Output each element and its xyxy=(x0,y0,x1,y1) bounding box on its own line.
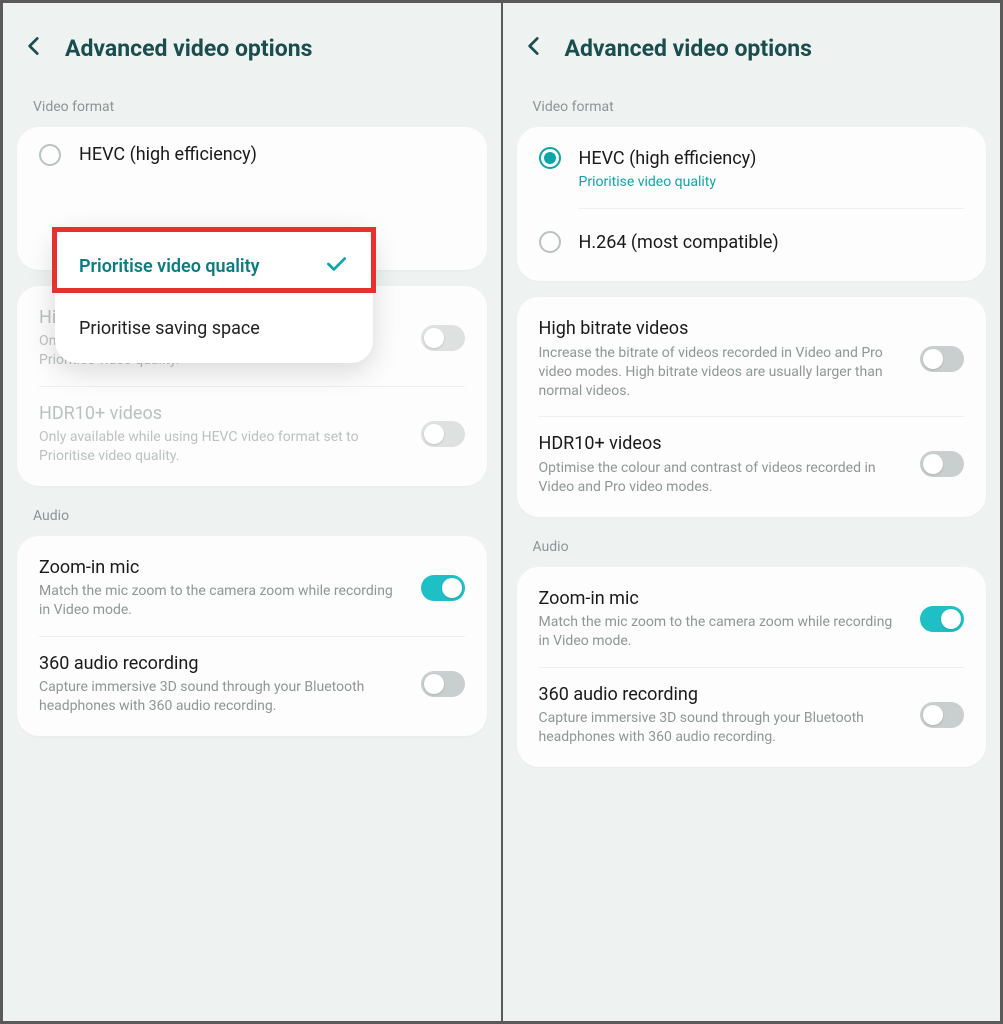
zoom-mic-row[interactable]: Zoom-in mic Match the mic zoom to the ca… xyxy=(517,571,987,667)
format-hevc-row[interactable]: HEVC (high efficiency) xyxy=(17,129,487,175)
phone-left: Advanced video options Video format HEVC… xyxy=(3,3,501,1021)
zoom-mic-title: Zoom-in mic xyxy=(39,556,403,580)
zoom-mic-text: Zoom-in mic Match the mic zoom to the ca… xyxy=(539,587,903,651)
radio-unselected-icon[interactable] xyxy=(39,144,61,166)
high-bitrate-text: High bitrate videos Increase the bitrate… xyxy=(539,317,903,400)
audio360-sub: Capture immersive 3D sound through your … xyxy=(539,707,903,747)
page-title: Advanced video options xyxy=(565,35,812,62)
audio-card: Zoom-in mic Match the mic zoom to the ca… xyxy=(517,567,987,767)
audio360-text: 360 audio recording Capture immersive 3D… xyxy=(39,652,403,716)
high-bitrate-title: High bitrate videos xyxy=(539,317,903,341)
audio360-text: 360 audio recording Capture immersive 3D… xyxy=(539,683,903,747)
h264-label: H.264 (most compatible) xyxy=(579,231,965,255)
header: Advanced video options xyxy=(503,3,1001,93)
hevc-label: HEVC (high efficiency) xyxy=(579,147,965,171)
hdr-row: HDR10+ videos Only available while using… xyxy=(17,386,487,482)
header: Advanced video options xyxy=(3,3,501,93)
high-bitrate-row[interactable]: High bitrate videos Increase the bitrate… xyxy=(517,301,987,416)
bitrate-hdr-card: High bitrate videos Increase the bitrate… xyxy=(517,297,987,516)
hdr-row[interactable]: HDR10+ videos Optimise the colour and co… xyxy=(517,416,987,512)
zoom-mic-toggle[interactable] xyxy=(920,606,964,632)
audio360-row[interactable]: 360 audio recording Capture immersive 3D… xyxy=(517,667,987,763)
priority-popup: Prioritise video quality Prioritise savi… xyxy=(55,227,373,363)
zoom-mic-text: Zoom-in mic Match the mic zoom to the ca… xyxy=(39,556,403,620)
audio360-sub: Capture immersive 3D sound through your … xyxy=(39,676,403,716)
hdr-toggle xyxy=(421,421,465,447)
format-h264-row[interactable]: H.264 (most compatible) xyxy=(517,209,987,277)
audio-card: Zoom-in mic Match the mic zoom to the ca… xyxy=(17,536,487,736)
back-icon[interactable] xyxy=(21,33,47,63)
high-bitrate-sub: Increase the bitrate of videos recorded … xyxy=(539,342,903,401)
zoom-mic-toggle[interactable] xyxy=(421,575,465,601)
hdr-sub: Optimise the colour and contrast of vide… xyxy=(539,457,903,497)
audio360-title: 360 audio recording xyxy=(39,652,403,676)
hdr-text: HDR10+ videos Only available while using… xyxy=(39,402,403,466)
high-bitrate-toggle xyxy=(421,325,465,351)
phone-right: Advanced video options Video format HEVC… xyxy=(503,3,1001,1021)
hdr-title: HDR10+ videos xyxy=(539,432,903,456)
audio360-row[interactable]: 360 audio recording Capture immersive 3D… xyxy=(17,636,487,732)
radio-unselected-icon[interactable] xyxy=(539,231,561,253)
audio360-toggle[interactable] xyxy=(920,702,964,728)
zoom-mic-sub: Match the mic zoom to the camera zoom wh… xyxy=(39,580,403,620)
hdr-sub: Only available while using HEVC video fo… xyxy=(39,426,403,466)
zoom-mic-row[interactable]: Zoom-in mic Match the mic zoom to the ca… xyxy=(17,540,487,636)
video-format-card: HEVC (high efficiency) Prioritise video … xyxy=(517,127,987,281)
hevc-sublabel: Prioritise video quality xyxy=(579,171,965,192)
zoom-mic-sub: Match the mic zoom to the camera zoom wh… xyxy=(539,611,903,651)
page-title: Advanced video options xyxy=(65,35,312,62)
section-audio: Audio xyxy=(503,533,1001,567)
popup-prioritise-space[interactable]: Prioritise saving space xyxy=(55,300,373,357)
popup-prioritise-quality[interactable]: Prioritise video quality xyxy=(55,233,373,300)
popup-opt2-label: Prioritise saving space xyxy=(79,318,260,339)
popup-opt1-label: Prioritise video quality xyxy=(79,256,260,277)
section-video-format: Video format xyxy=(503,93,1001,127)
radio-selected-icon[interactable] xyxy=(539,147,561,169)
hdr-toggle[interactable] xyxy=(920,451,964,477)
check-icon xyxy=(323,251,349,282)
audio360-toggle[interactable] xyxy=(421,671,465,697)
high-bitrate-toggle[interactable] xyxy=(920,346,964,372)
audio360-title: 360 audio recording xyxy=(539,683,903,707)
section-video-format: Video format xyxy=(3,93,501,127)
format-hevc-row[interactable]: HEVC (high efficiency) Prioritise video … xyxy=(517,131,987,208)
hdr-text: HDR10+ videos Optimise the colour and co… xyxy=(539,432,903,496)
hevc-label: HEVC (high efficiency) xyxy=(79,143,257,167)
section-audio: Audio xyxy=(3,502,501,536)
back-icon[interactable] xyxy=(521,33,547,63)
zoom-mic-title: Zoom-in mic xyxy=(539,587,903,611)
hdr-title: HDR10+ videos xyxy=(39,402,403,426)
